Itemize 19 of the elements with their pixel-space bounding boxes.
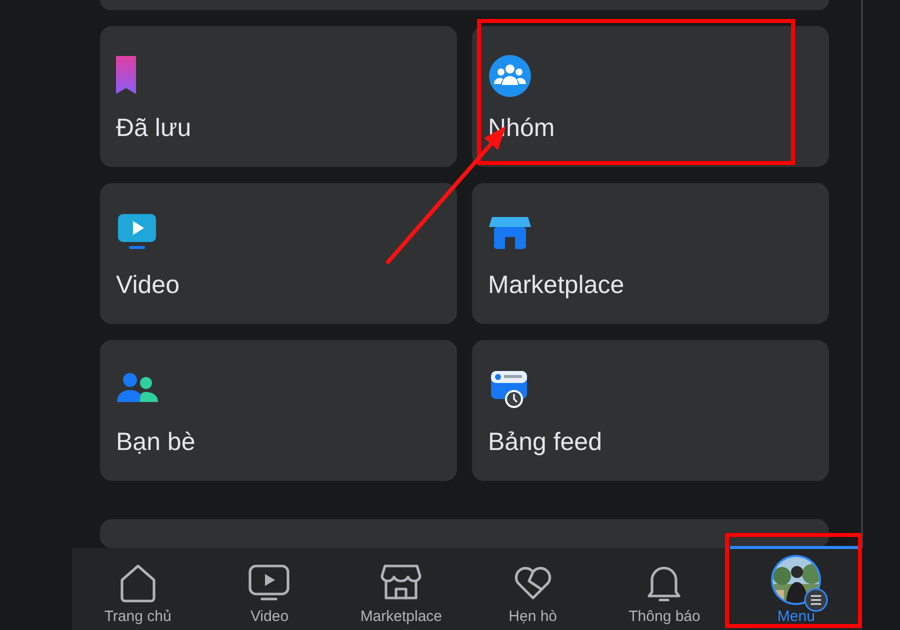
nav-tab[interactable]: Hẹn hò	[467, 548, 599, 630]
shortcut-card[interactable]: Marketplace	[472, 183, 829, 324]
nav-tab[interactable]: Menu	[730, 546, 862, 630]
see-more-button[interactable]	[100, 519, 829, 548]
card-label: Marketplace	[488, 270, 624, 301]
card-label: Bảng feed	[488, 427, 602, 458]
card-label: Đã lưu	[116, 113, 192, 144]
menu-icon	[804, 588, 828, 612]
people-icon	[488, 54, 532, 98]
card-label: Bạn bè	[116, 427, 196, 458]
shortcut-card[interactable]: Bạn bè	[100, 340, 457, 481]
card-label: Video	[116, 270, 180, 301]
nav-tab[interactable]: Marketplace	[335, 548, 467, 630]
nav-tab[interactable]: Video	[204, 548, 336, 630]
shortcut-card[interactable]: Bảng feed	[472, 340, 829, 481]
nav-tab[interactable]: Trang chủ	[72, 548, 204, 630]
shortcut-card[interactable]: Đã lưu	[100, 26, 457, 167]
shortcut-card[interactable]: Video	[100, 183, 457, 324]
nav-tab[interactable]: Thông báo	[598, 548, 730, 630]
